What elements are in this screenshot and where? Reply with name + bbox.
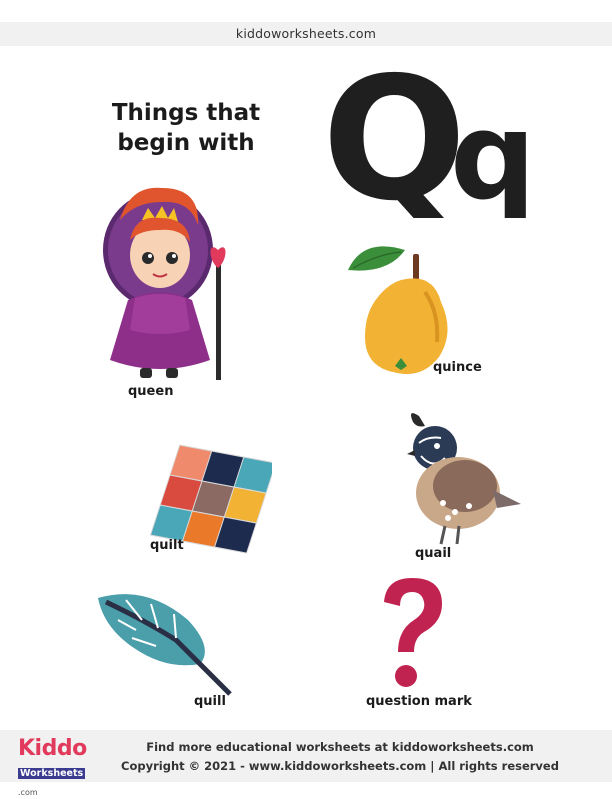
kiddo-logo[interactable]: Kiddo Worksheets .com bbox=[18, 738, 108, 797]
footer-line-2: Copyright © 2021 - www.kiddoworksheets.c… bbox=[121, 759, 559, 773]
quail-illustration bbox=[407, 413, 521, 545]
question-mark-illustration bbox=[384, 578, 442, 687]
label-quail: quail bbox=[415, 546, 452, 561]
logo-subtext: Worksheets bbox=[18, 768, 86, 779]
label-quince: quince bbox=[433, 360, 482, 375]
footer-line-1: Find more educational worksheets at kidd… bbox=[146, 740, 534, 754]
logo-com: .com bbox=[18, 788, 38, 797]
quill-illustration bbox=[98, 594, 232, 696]
letter-heading: Q q bbox=[322, 58, 536, 218]
site-url[interactable]: kiddoworksheets.com bbox=[0, 22, 612, 46]
header-bar: kiddoworksheets.com bbox=[0, 22, 612, 46]
uppercase-letter: Q bbox=[322, 58, 467, 218]
label-quill: quill bbox=[194, 694, 226, 709]
logo-text: Kiddo bbox=[18, 736, 87, 761]
logo-wordmark: Kiddo bbox=[18, 738, 108, 760]
label-queen: queen bbox=[128, 384, 174, 399]
lowercase-letter: q bbox=[450, 88, 536, 218]
label-quilt: quilt bbox=[150, 538, 184, 553]
quince-illustration bbox=[348, 246, 448, 375]
label-question-mark: question mark bbox=[366, 694, 472, 709]
footer: Kiddo Worksheets .com Find more educatio… bbox=[0, 730, 612, 797]
title-line-2: begin with bbox=[117, 130, 255, 156]
page-title: Things that begin with bbox=[96, 98, 276, 158]
title-line-1: Things that bbox=[111, 100, 261, 126]
queen-illustration bbox=[103, 187, 226, 380]
